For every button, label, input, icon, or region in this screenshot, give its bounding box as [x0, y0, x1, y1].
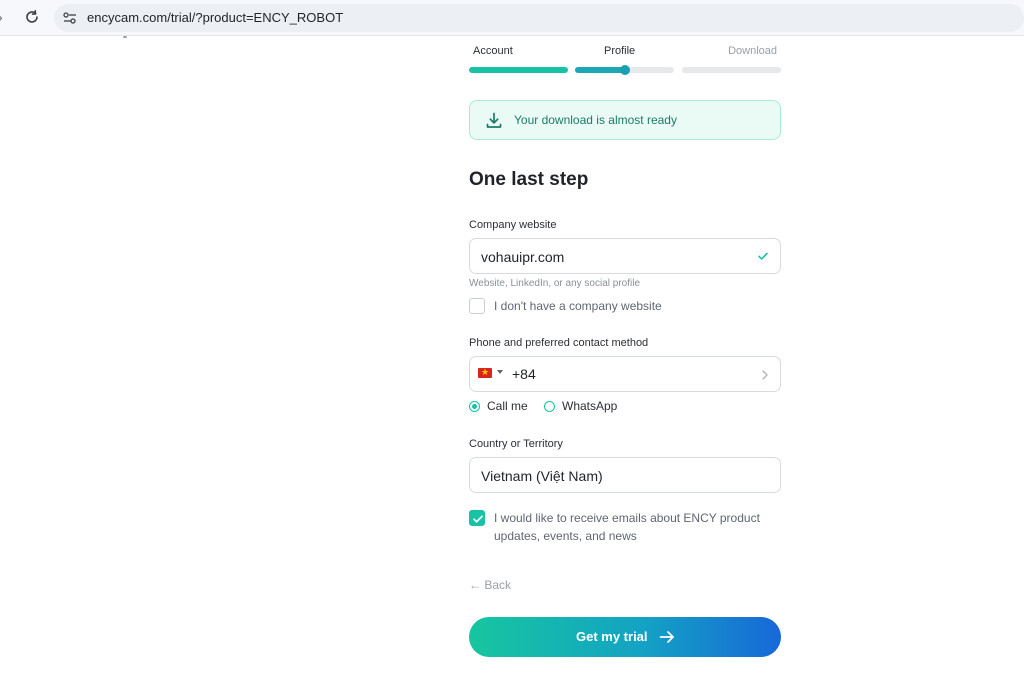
download-notice-text: Your download is almost ready [514, 113, 677, 127]
contact-method-group: Call me WhatsApp [469, 399, 781, 415]
step-download-bar [682, 67, 781, 73]
phone-input[interactable]: ★ +84 [469, 356, 781, 392]
company-website-label: Company website [469, 219, 557, 231]
divider [123, 36, 127, 38]
caret-down-icon[interactable] [497, 370, 503, 374]
forward-icon[interactable]: › [0, 9, 10, 25]
whatsapp-label[interactable]: WhatsApp [562, 399, 617, 414]
get-trial-label: Get my trial [576, 629, 648, 644]
whatsapp-radio[interactable] [544, 401, 555, 412]
step-account-label: Account [473, 45, 513, 57]
arrow-right-icon [659, 631, 674, 643]
chevron-right-icon [762, 370, 768, 380]
reload-icon[interactable] [22, 7, 42, 27]
step-profile-fill [575, 67, 625, 73]
dial-code: +84 [512, 366, 536, 382]
no-website-checkbox[interactable] [469, 298, 485, 314]
company-website-hint: Website, LinkedIn, or any social profile [469, 278, 641, 289]
no-website-checkbox-row[interactable]: I don't have a company website [469, 298, 781, 316]
step-profile-bar [575, 65, 674, 75]
email-consent-row[interactable]: I would like to receive emails about ENC… [469, 510, 781, 546]
url-text: encycam.com/trial/?product=ENCY_ROBOT [87, 10, 344, 25]
step-profile-knob [620, 65, 630, 75]
no-website-label: I don't have a company website [494, 299, 662, 313]
download-notice: Your download is almost ready [469, 100, 781, 140]
country-value: Vietnam (Việt Nam) [481, 468, 603, 484]
call-me-radio[interactable] [469, 401, 480, 412]
address-bar[interactable]: encycam.com/trial/?product=ENCY_ROBOT [54, 4, 1024, 32]
page-title: One last step [469, 169, 589, 190]
email-consent-checkbox[interactable] [469, 510, 485, 526]
checkmark-icon [473, 515, 483, 523]
country-input[interactable]: Vietnam (Việt Nam) [469, 457, 781, 493]
valid-check-icon [758, 252, 768, 260]
download-icon [486, 112, 502, 128]
step-download-label: Download [728, 45, 777, 57]
site-settings-icon[interactable] [62, 10, 78, 26]
browser-toolbar: › encycam.com/trial/?product=ENCY_ROBOT [0, 0, 1024, 36]
company-website-input[interactable]: vohauipr.com [469, 238, 781, 274]
step-profile-label: Profile [604, 45, 636, 57]
email-consent-label: I would like to receive emails about ENC… [494, 511, 760, 543]
vietnam-flag-icon[interactable]: ★ [478, 367, 492, 378]
company-website-value: vohauipr.com [481, 249, 565, 265]
call-me-label[interactable]: Call me [487, 399, 528, 414]
phone-label: Phone and preferred contact method [469, 337, 649, 349]
progress-stepper: Account Profile Download [469, 44, 781, 84]
get-trial-button[interactable]: Get my trial [469, 617, 781, 657]
step-account-bar [469, 67, 568, 73]
back-link[interactable]: ← Back [469, 578, 511, 593]
country-label: Country or Territory [469, 438, 563, 450]
